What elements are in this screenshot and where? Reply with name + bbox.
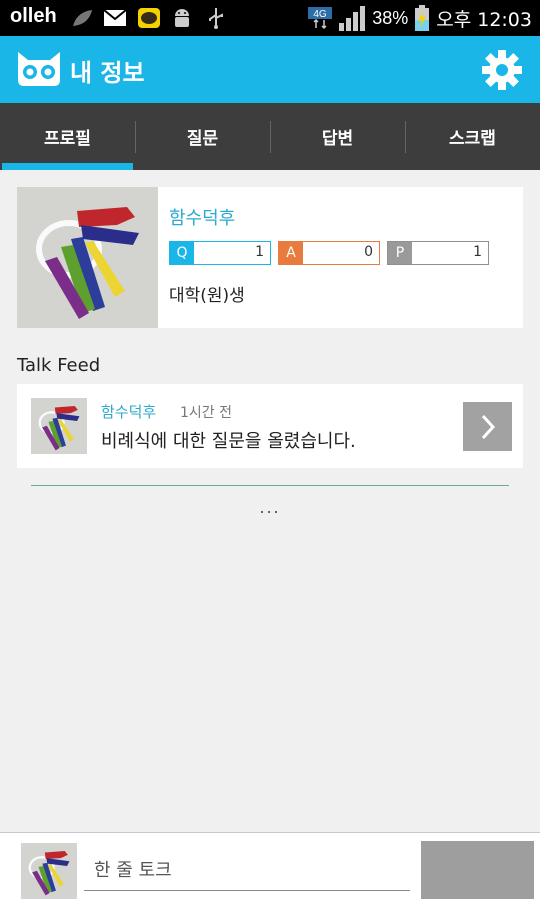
signal-icon xyxy=(339,6,366,31)
keys-avatar-image xyxy=(31,398,87,454)
talk-feed-heading: Talk Feed xyxy=(17,355,101,376)
status-clock: 오후 12:03 xyxy=(436,8,532,31)
battery-icon xyxy=(415,5,430,31)
usb-icon xyxy=(209,8,223,29)
svg-text:4G: 4G xyxy=(314,9,328,20)
keys-avatar-image xyxy=(17,187,158,328)
stat-letter: A xyxy=(279,242,303,264)
stat-value: 1 xyxy=(255,244,264,260)
tab-label: 스크랩 xyxy=(449,129,496,149)
network-4g-icon: 4G xyxy=(308,7,333,30)
divider xyxy=(31,485,509,486)
tab-scrap[interactable]: 스크랩 xyxy=(405,103,540,170)
mail-icon xyxy=(103,9,127,26)
feed-timestamp: 1시간 전 xyxy=(180,405,232,421)
bottom-talk-bar xyxy=(0,832,540,900)
feed-message: 비례식에 대한 질문을 올렸습니다. xyxy=(101,431,356,452)
tab-questions[interactable]: 질문 xyxy=(135,103,270,170)
one-line-talk-input[interactable] xyxy=(84,851,410,891)
question-count-badge: Q 1 xyxy=(169,241,271,265)
answer-count-badge: A 0 xyxy=(278,241,380,265)
avatar xyxy=(31,398,87,454)
kakaotalk-icon xyxy=(138,8,160,28)
gear-icon[interactable] xyxy=(480,48,524,92)
tab-label: 프로필 xyxy=(44,129,91,149)
keys-avatar-image xyxy=(21,843,77,899)
owl-logo-icon xyxy=(18,52,60,86)
list-item[interactable]: 함수덕후 1시간 전 비례식에 대한 질문을 올렸습니다. xyxy=(17,384,523,468)
tab-profile[interactable]: 프로필 xyxy=(0,103,135,170)
username: 함수덕후 xyxy=(169,208,236,229)
tab-label: 질문 xyxy=(186,129,219,149)
android-icon xyxy=(175,9,189,27)
status-bar: olleh 4G 38% 오후 12:03 xyxy=(0,0,540,36)
profile-card: 함수덕후 Q 1 A 0 P 1 대학(원)생 xyxy=(17,187,523,328)
load-more-button[interactable]: ... xyxy=(0,498,540,517)
avatar[interactable] xyxy=(17,187,158,328)
tab-bar: 프로필 질문 답변 스크랩 xyxy=(0,103,540,170)
avatar xyxy=(21,843,77,899)
send-button[interactable] xyxy=(421,841,534,899)
app-bar: 내 정보 xyxy=(0,36,540,103)
stat-letter: P xyxy=(388,242,412,264)
feed-username: 함수덕후 xyxy=(101,403,157,421)
point-count-badge: P 1 xyxy=(387,241,489,265)
tab-label: 답변 xyxy=(321,129,354,149)
stat-letter: Q xyxy=(170,242,194,264)
user-grade: 대학(원)생 xyxy=(169,286,245,306)
chevron-right-icon[interactable] xyxy=(463,402,512,451)
tab-answers[interactable]: 답변 xyxy=(270,103,405,170)
leaf-icon xyxy=(73,10,92,26)
stat-value: 0 xyxy=(364,244,373,260)
page-title: 내 정보 xyxy=(70,59,145,87)
stat-value: 1 xyxy=(473,244,482,260)
battery-percent: 38% xyxy=(372,7,409,28)
carrier-label: olleh xyxy=(10,5,57,27)
